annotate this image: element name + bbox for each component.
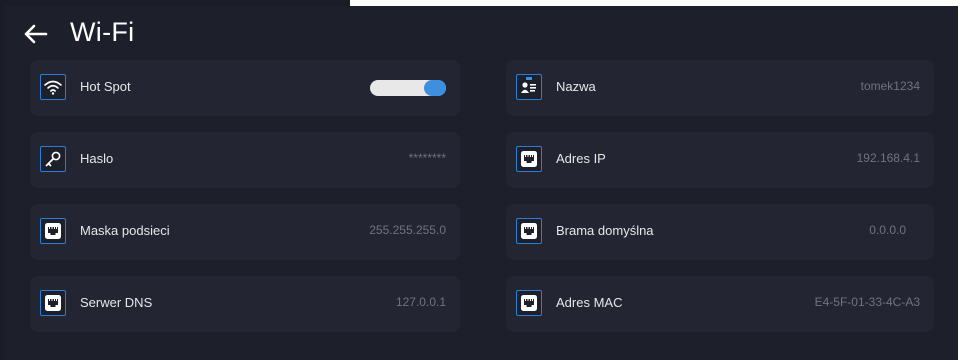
settings-panel: Wi-Fi Hot Spot Haslo ******** Maska pods… <box>4 6 958 360</box>
mac-address-value: E4-5F-01-33-4C-A3 <box>814 295 920 309</box>
hotspot-label: Hot Spot <box>80 79 131 94</box>
page-title: Wi-Fi <box>70 17 135 47</box>
toggle-knob <box>424 80 446 96</box>
network-port-icon <box>40 290 66 316</box>
header: Wi-Fi <box>4 12 958 57</box>
key-icon <box>40 146 66 172</box>
subnet-mask-value: 255.255.255.0 <box>369 223 446 237</box>
mac-address-label: Adres MAC <box>556 295 623 310</box>
right-edge <box>958 6 963 360</box>
ip-address-value: 192.168.4.1 <box>856 151 920 165</box>
wifi-settings-screen: Wi-Fi Hot Spot Haslo ******** Maska pods… <box>0 0 963 360</box>
back-arrow-icon[interactable] <box>22 20 50 48</box>
wifi-icon <box>40 74 66 100</box>
id-card-icon <box>516 74 542 100</box>
name-value: tomek1234 <box>860 79 920 93</box>
password-label: Haslo <box>80 151 114 166</box>
name-row[interactable]: Nazwa tomek1234 <box>506 60 934 116</box>
network-port-icon <box>516 146 542 172</box>
password-value: ******** <box>408 151 446 165</box>
default-gateway-row[interactable]: Brama domyślna 0.0.0.0 <box>506 204 934 260</box>
default-gateway-label: Brama domyślna <box>556 223 654 238</box>
dns-server-label: Serwer DNS <box>80 295 153 310</box>
subnet-mask-label: Maska podsieci <box>80 223 170 238</box>
dns-server-row[interactable]: Serwer DNS 127.0.0.1 <box>30 276 460 332</box>
network-port-icon <box>40 218 66 244</box>
network-port-icon <box>516 290 542 316</box>
ip-address-row[interactable]: Adres IP 192.168.4.1 <box>506 132 934 188</box>
mac-address-row[interactable]: Adres MAC E4-5F-01-33-4C-A3 <box>506 276 934 332</box>
default-gateway-value: 0.0.0.0 <box>869 223 906 237</box>
dns-server-value: 127.0.0.1 <box>395 295 446 309</box>
password-row[interactable]: Haslo ******** <box>30 132 460 188</box>
hotspot-toggle[interactable] <box>370 80 446 96</box>
subnet-mask-row[interactable]: Maska podsieci 255.255.255.0 <box>30 204 460 260</box>
hotspot-row[interactable]: Hot Spot <box>30 60 460 116</box>
network-port-icon <box>516 218 542 244</box>
name-label: Nazwa <box>556 79 596 94</box>
ip-address-label: Adres IP <box>556 151 606 166</box>
